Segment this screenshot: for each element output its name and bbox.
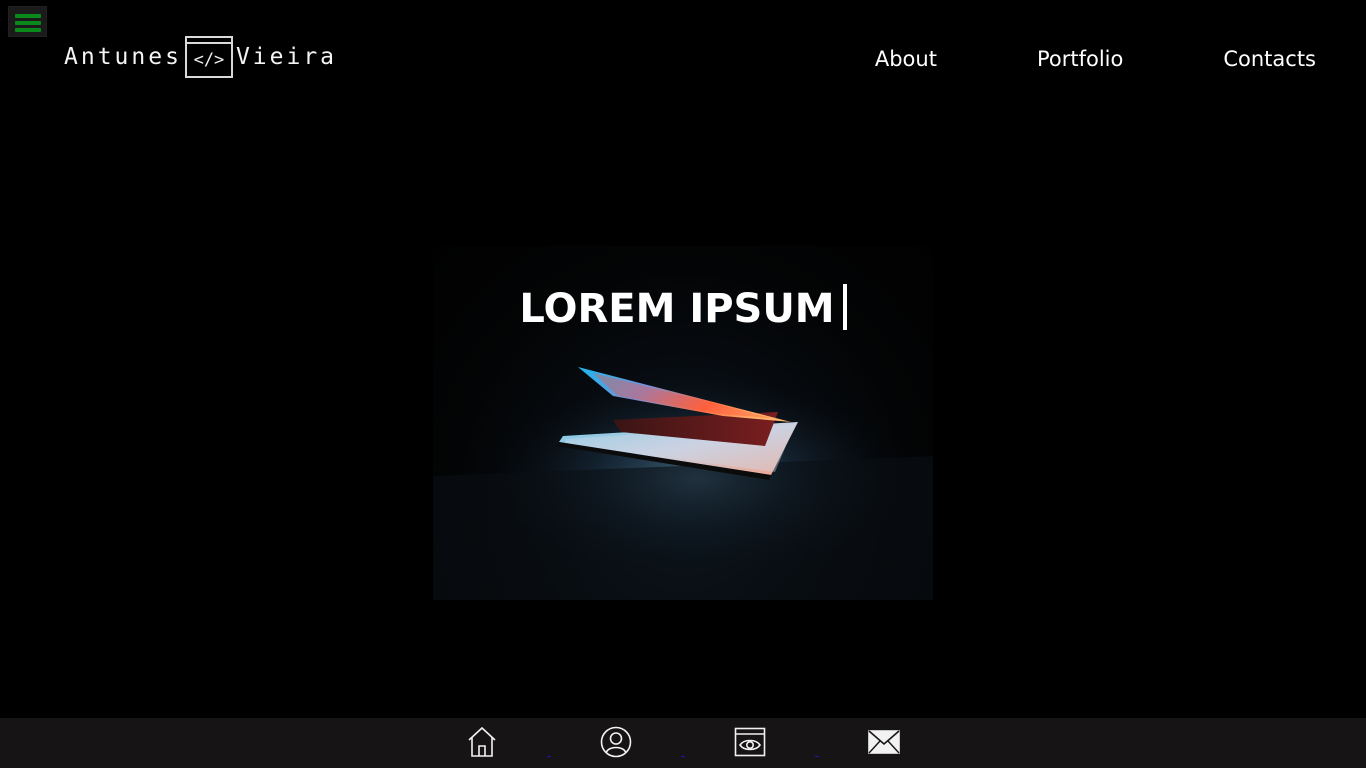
bottom-nav-bar — [0, 718, 1366, 768]
home-icon[interactable] — [464, 724, 500, 760]
separator-dot — [815, 756, 819, 757]
separator-dot — [681, 756, 685, 757]
hamburger-icon-line — [15, 14, 41, 18]
hamburger-icon-line — [15, 21, 41, 25]
logo-right-text: Vieira — [235, 44, 338, 70]
nav-link-about[interactable]: About — [875, 44, 937, 74]
eye-window-icon[interactable] — [732, 724, 768, 760]
user-icon[interactable] — [598, 724, 634, 760]
logo-left-text: Antunes — [64, 44, 182, 70]
code-icon: </> — [184, 36, 233, 78]
logo-code-text: </> — [193, 50, 225, 70]
mail-icon[interactable] — [866, 724, 902, 760]
hero-title-text: LOREM IPSUM — [519, 286, 835, 332]
menu-toggle-button[interactable] — [8, 6, 47, 37]
typing-caret — [842, 284, 847, 330]
hamburger-icon-line — [15, 28, 41, 32]
nav-link-contacts[interactable]: Contacts — [1223, 44, 1316, 74]
hero-title: LOREM IPSUM — [433, 284, 933, 332]
hero-section: LOREM IPSUM — [433, 246, 933, 600]
top-nav: About Portfolio Contacts — [875, 44, 1316, 74]
nav-link-portfolio[interactable]: Portfolio — [1037, 44, 1123, 74]
separator-dot — [547, 756, 551, 757]
site-logo[interactable]: Antunes </> Vieira — [64, 35, 337, 79]
